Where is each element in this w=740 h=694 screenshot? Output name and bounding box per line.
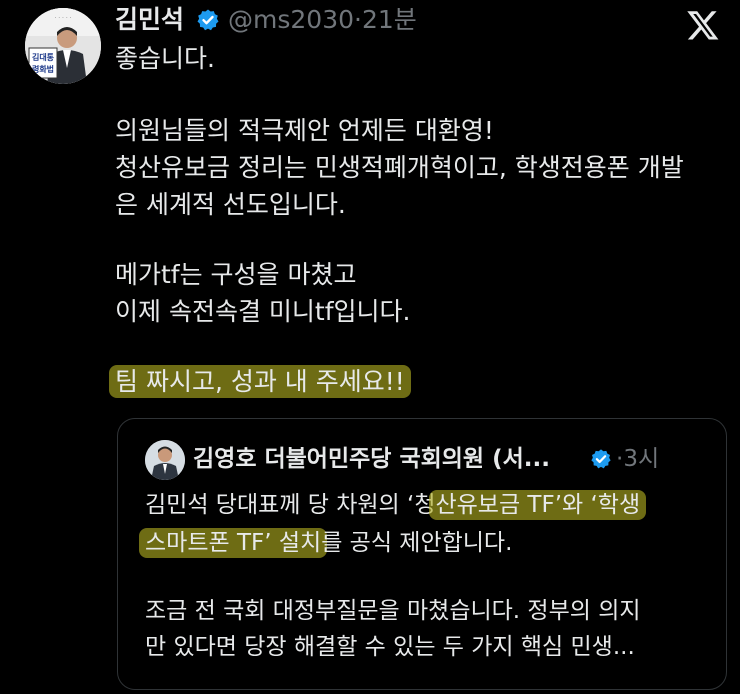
author-avatar[interactable]: · · · · · 김대통 령화법	[25, 8, 101, 84]
post-screenshot: · · · · · 김대통 령화법 김민석 @ms2030·21분 좋습니다. …	[0, 0, 740, 694]
svg-text:김대통: 김대통	[32, 52, 55, 62]
svg-text:령화법: 령화법	[32, 64, 54, 74]
post-time[interactable]: 21분	[362, 5, 417, 34]
quoted-line: 조금 전 국회 대정부질문을 마쳤습니다. 정부의 의지	[145, 598, 641, 624]
author-handle[interactable]: @ms2030	[228, 5, 354, 34]
avatar-image: · · · · · 김대통 령화법	[25, 8, 101, 84]
quoted-text: 를 공식 제안합니다.	[321, 530, 513, 556]
verified-badge-icon	[197, 9, 219, 31]
x-logo-icon[interactable]	[686, 8, 720, 42]
post-line: 의원님들의 적극제안 언제든 대환영!	[115, 116, 494, 145]
quoted-line: 스마트폰 TF’ 설치를 공식 제안합니다.	[139, 526, 513, 560]
quoted-verified-badge-icon	[591, 449, 611, 469]
quoted-highlight: 스마트폰 TF’ 설치	[139, 528, 328, 558]
author-name[interactable]: 김민석	[115, 4, 184, 36]
quoted-meta[interactable]: ·3시	[616, 442, 659, 476]
post-line-highlighted: 팀 짜시고, 성과 내 주세요!!	[109, 364, 411, 399]
quoted-highlight: 산유보금 TF’와 ‘학생	[429, 490, 647, 520]
quoted-post-time[interactable]: 3시	[623, 446, 659, 472]
post-line: 이제 속전속결 미니tf입니다.	[115, 297, 411, 326]
highlight: 팀 짜시고, 성과 내 주세요!!	[109, 365, 411, 398]
author-handle-time[interactable]: @ms2030·21분	[228, 4, 417, 36]
quoted-author-name[interactable]: 김영호 더불어민주당 국회의원 (서...	[193, 442, 550, 476]
post-line: 좋습니다.	[115, 44, 215, 73]
quoted-avatar-image	[145, 440, 185, 480]
meta-separator: ·	[354, 5, 362, 34]
quoted-text: 김민석 당대표께 당 차원의 ‘청	[145, 492, 436, 518]
post-line: 청산유보금 정리는 민생적폐개혁이고, 학생전용폰 개발	[115, 153, 684, 182]
svg-text:· · · · ·: · · · · ·	[54, 15, 71, 22]
post-line: 메가tf는 구성을 마쳤고	[115, 260, 357, 289]
quoted-line: 만 있다면 당장 해결할 수 있는 두 가지 핵심 민생...	[145, 634, 635, 660]
quoted-line: 김민석 당대표께 당 차원의 ‘청산유보금 TF’와 ‘학생	[145, 488, 647, 522]
post-line: 은 세계적 선도입니다.	[115, 190, 346, 219]
quoted-author-avatar[interactable]	[145, 440, 185, 480]
